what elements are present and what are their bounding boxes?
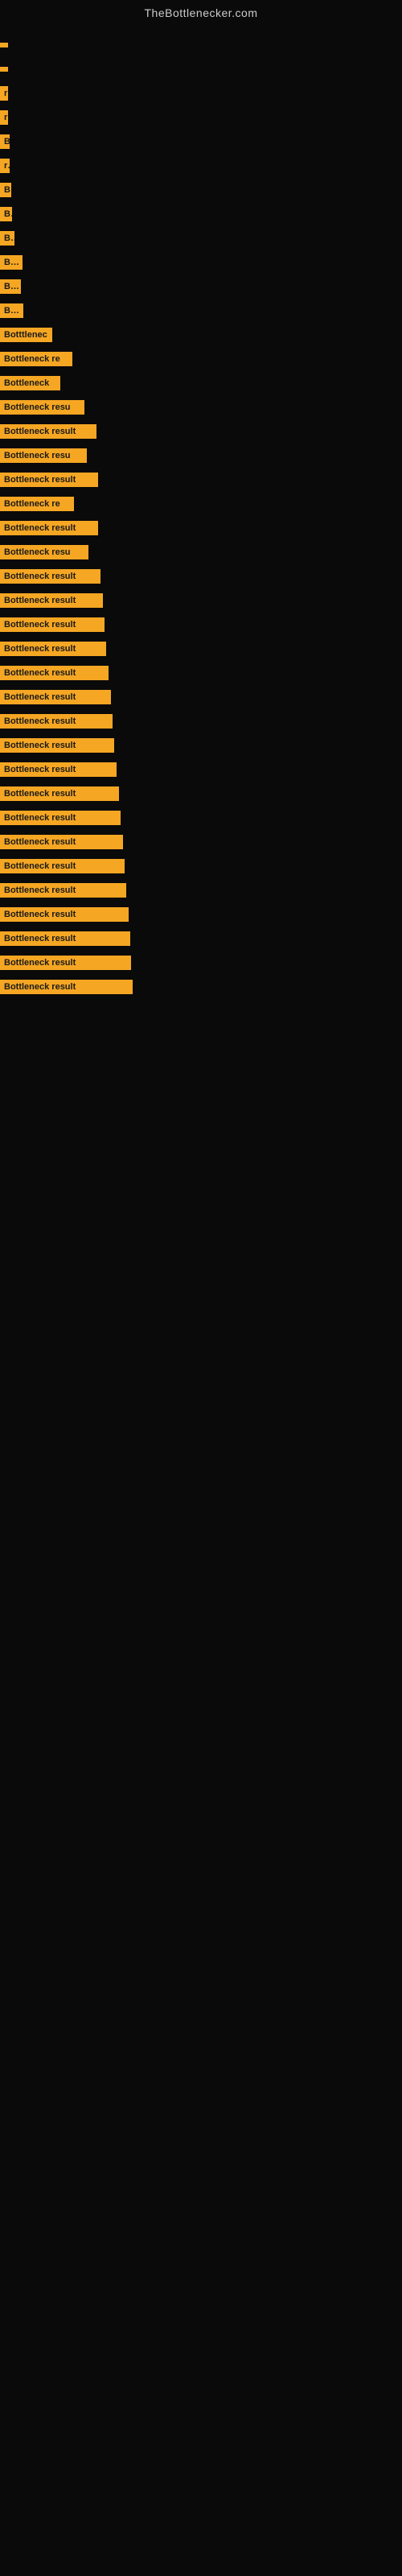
- bar-label: Bottleneck result: [0, 617, 105, 632]
- bar-label: B: [0, 183, 11, 197]
- bar-label: Bottleneck resu: [0, 400, 84, 415]
- bar-row: B: [0, 130, 402, 153]
- bar-label: Bott: [0, 303, 23, 318]
- bar-row: Bottleneck: [0, 372, 402, 394]
- bar-label: r: [0, 86, 8, 101]
- bar-row: [0, 34, 402, 56]
- bar-row: Bottleneck result: [0, 903, 402, 926]
- bar-label: Bottleneck result: [0, 714, 113, 729]
- bar-label: Botttlenec: [0, 328, 52, 342]
- bar-label: B: [0, 207, 12, 221]
- bar-row: Bottleneck result: [0, 565, 402, 588]
- bar-row: r: [0, 82, 402, 105]
- bar-row: Bottleneck result: [0, 734, 402, 757]
- bar-row: Bottleneck result: [0, 589, 402, 612]
- bar-label: Bottleneck result: [0, 835, 123, 849]
- bar-row: Bottleneck re: [0, 348, 402, 370]
- bar-row: Bottleneck result: [0, 710, 402, 733]
- bar-row: Bottleneck resu: [0, 396, 402, 419]
- bar-row: Bottleneck result: [0, 782, 402, 805]
- bar-label: Bo: [0, 231, 14, 246]
- bar-label: Bottleneck result: [0, 907, 129, 922]
- bar-label: Bot: [0, 279, 21, 294]
- bar-label: [0, 67, 8, 72]
- bar-label: [0, 43, 8, 47]
- bar-row: Bottleneck result: [0, 517, 402, 539]
- bar-label: Bottleneck result: [0, 666, 109, 680]
- bar-label: B: [0, 134, 10, 149]
- bar-row: Bottleneck result: [0, 855, 402, 877]
- bar-row: Bottleneck result: [0, 686, 402, 708]
- bar-row: Bot: [0, 275, 402, 298]
- bar-label: Bottleneck result: [0, 738, 114, 753]
- bar-row: Bottleneck re: [0, 493, 402, 515]
- bar-row: r: [0, 155, 402, 177]
- bar-row: Botttlenec: [0, 324, 402, 346]
- bar-row: Bottleneck result: [0, 758, 402, 781]
- bar-label: Bottleneck result: [0, 424, 96, 439]
- bar-label: Bott: [0, 255, 23, 270]
- bar-label: Bottleneck result: [0, 956, 131, 970]
- bar-row: Bottleneck result: [0, 879, 402, 902]
- bar-label: Bottleneck resu: [0, 545, 88, 559]
- bar-row: Bottleneck resu: [0, 541, 402, 564]
- bar-label: Bottleneck result: [0, 762, 117, 777]
- bar-label: Bottleneck result: [0, 883, 126, 898]
- bar-row: Bott: [0, 299, 402, 322]
- bar-label: Bottleneck re: [0, 352, 72, 366]
- bar-row: Bottleneck result: [0, 927, 402, 950]
- bar-label: Bottleneck result: [0, 786, 119, 801]
- bar-row: Bo: [0, 227, 402, 250]
- bar-row: Bottleneck result: [0, 807, 402, 829]
- bar-row: Bottleneck result: [0, 952, 402, 974]
- bar-label: Bottleneck result: [0, 690, 111, 704]
- bar-row: Bottleneck result: [0, 662, 402, 684]
- bar-row: B: [0, 179, 402, 201]
- bar-label: Bottleneck result: [0, 569, 100, 584]
- bar-row: Bott: [0, 251, 402, 274]
- bar-label: r: [0, 159, 10, 173]
- bars-container: rrBrBBBoBottBotBottBotttlenecBottleneck …: [0, 26, 402, 1008]
- bar-label: Bottleneck re: [0, 497, 74, 511]
- bar-label: Bottleneck result: [0, 931, 130, 946]
- bar-row: Bottleneck result: [0, 638, 402, 660]
- bar-row: Bottleneck result: [0, 613, 402, 636]
- bar-row: Bottleneck result: [0, 420, 402, 443]
- bar-label: Bottleneck result: [0, 642, 106, 656]
- bar-row: Bottleneck resu: [0, 444, 402, 467]
- bar-row: B: [0, 203, 402, 225]
- bar-row: Bottleneck result: [0, 469, 402, 491]
- bar-label: Bottleneck result: [0, 473, 98, 487]
- bar-label: Bottleneck result: [0, 859, 125, 873]
- bar-label: Bottleneck: [0, 376, 60, 390]
- bar-row: Bottleneck result: [0, 976, 402, 998]
- bar-label: r: [0, 110, 8, 125]
- site-title: TheBottlenecker.com: [0, 0, 402, 26]
- bar-row: r: [0, 106, 402, 129]
- bar-row: [0, 58, 402, 80]
- bar-label: Bottleneck result: [0, 811, 121, 825]
- bar-row: Bottleneck result: [0, 831, 402, 853]
- bar-label: Bottleneck resu: [0, 448, 87, 463]
- bar-label: Bottleneck result: [0, 521, 98, 535]
- bar-label: Bottleneck result: [0, 593, 103, 608]
- bar-label: Bottleneck result: [0, 980, 133, 994]
